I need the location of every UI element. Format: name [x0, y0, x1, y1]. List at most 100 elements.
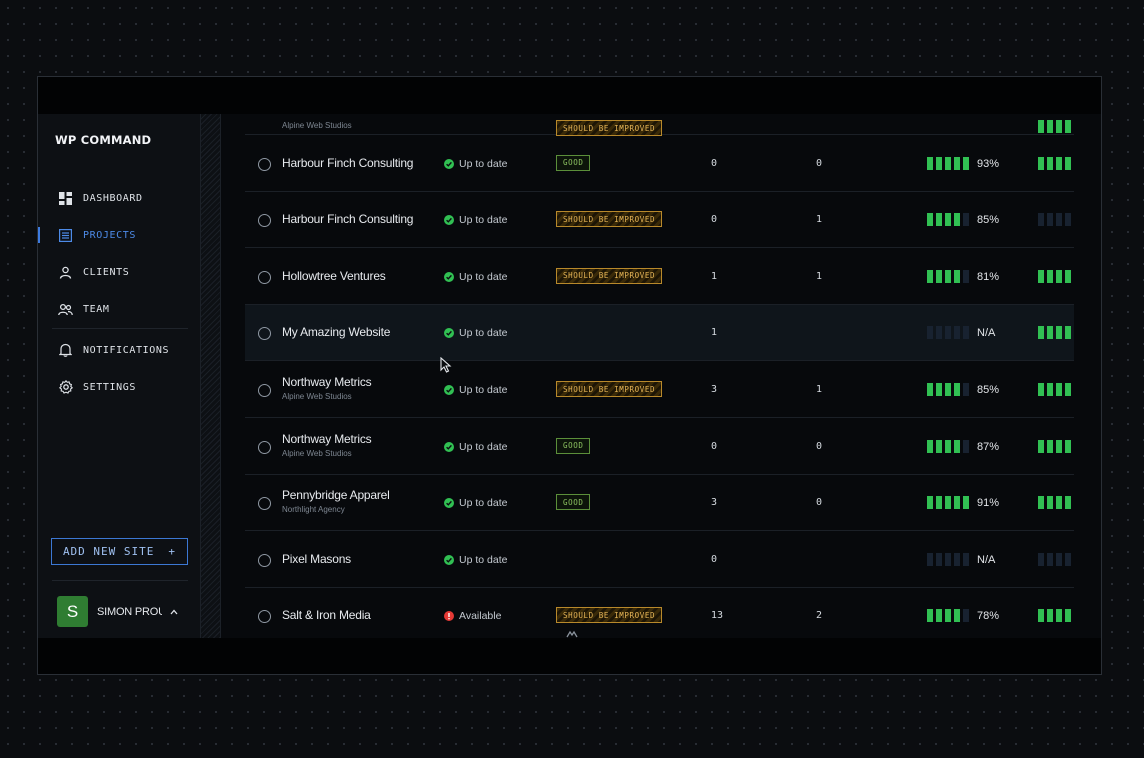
alert-icon: [444, 611, 454, 622]
performance-score: 93%: [977, 157, 1000, 170]
issues-count: 0: [816, 497, 823, 509]
health-bar-segment: [1047, 213, 1053, 227]
user-menu[interactable]: S SIMON PROU...: [57, 596, 178, 627]
performance-score: 91%: [977, 497, 1000, 510]
table-row[interactable]: Northway Metrics Alpine Web Studios Up to …: [245, 362, 1074, 418]
table-row[interactable]: Alpine Web Studios SHOULD BE IMPROVED: [245, 114, 1074, 136]
health-bar-segment: [1056, 120, 1062, 133]
score-bar-segment: [963, 552, 969, 566]
table-row[interactable]: Harbour Finch Consulting Up to date SHOULD…: [245, 192, 1074, 249]
plugin-updates-count: 0: [711, 553, 718, 565]
table-row[interactable]: Pixel Masons Up to date 0 N/A: [245, 532, 1074, 588]
row-select-radio[interactable]: [258, 327, 271, 341]
app-logo: WP COMMAND: [55, 133, 152, 147]
score-bar-segment: [936, 552, 942, 566]
check-circle-icon: [444, 271, 454, 282]
table-row[interactable]: My Amazing Website Up to date 1 N/A: [245, 305, 1074, 362]
health-bar-segment: [1047, 326, 1053, 340]
update-status: Up to date: [444, 327, 507, 339]
user-name: SIMON PROU...: [97, 605, 162, 618]
health-bar-segment: [1047, 496, 1053, 510]
health-bar-segment: [1065, 383, 1071, 396]
score-bar-segment: [927, 383, 933, 396]
table-row[interactable]: Salt & Iron Media Available SHOULD BE IMPR…: [245, 588, 1074, 640]
score-bar-segment: [954, 552, 960, 566]
check-circle-icon: [444, 554, 454, 565]
score-bar-segment: [954, 326, 960, 340]
table-row[interactable]: Northway Metrics Alpine Web Studios Up to …: [245, 419, 1074, 475]
sidebar-item-notifications[interactable]: NOTIFICATIONS: [58, 340, 169, 360]
check-circle-icon: [444, 215, 454, 226]
nav-divider: [52, 328, 188, 329]
health-bar-segment: [1038, 383, 1044, 396]
health-bar-segment: [1065, 439, 1071, 453]
check-circle-icon: [444, 441, 454, 452]
site-name[interactable]: Pennybridge Apparel: [282, 488, 390, 502]
plugin-updates-count: 1: [711, 327, 718, 339]
health-bar-segment: [1065, 552, 1071, 566]
performance-score: 85%: [977, 214, 1000, 227]
site-name[interactable]: Northway Metrics: [282, 432, 372, 446]
status-text: Available: [459, 610, 502, 623]
row-select-radio[interactable]: [258, 440, 271, 454]
row-select-radio[interactable]: [258, 214, 271, 228]
add-new-site-button[interactable]: ADD NEW SITE +: [51, 538, 188, 565]
site-name[interactable]: Salt & Iron Media: [282, 608, 371, 622]
score-bar-segment: [936, 156, 942, 170]
row-select-radio[interactable]: [258, 497, 271, 511]
site-name[interactable]: Pixel Masons: [282, 552, 351, 566]
site-name[interactable]: Northway Metrics: [282, 375, 372, 389]
score-bar-segment: [945, 269, 951, 283]
health-bar-segment: [1056, 326, 1062, 340]
scroll-up-icon[interactable]: [566, 630, 578, 638]
projects-table: Alpine Web Studios SHOULD BE IMPROVED Harb…: [222, 114, 1101, 640]
app-window: WP COMMAND DASHBOARD PROJECTS CLIENTS TE…: [37, 76, 1102, 675]
status-text: Up to date: [459, 214, 508, 227]
plugin-updates-count: 13: [711, 610, 724, 622]
performance-score-bars: [927, 383, 969, 396]
score-bar-segment: [927, 269, 933, 283]
update-status: Up to date: [444, 497, 507, 509]
uptime-health-bars: [1038, 269, 1071, 283]
table-row[interactable]: Harbour Finch Consulting Up to date GOOD 0 0…: [245, 136, 1074, 192]
active-nav-indicator: [38, 227, 40, 243]
score-bar-segment: [945, 156, 951, 170]
row-select-radio[interactable]: [258, 610, 271, 624]
score-bar-segment: [963, 383, 969, 396]
score-bar-segment: [927, 213, 933, 227]
site-name[interactable]: Harbour Finch Consulting: [282, 212, 413, 226]
score-bar-segment: [936, 439, 942, 453]
sidebar-item-team[interactable]: TEAM: [58, 299, 109, 319]
plugin-updates-count: 0: [711, 440, 718, 452]
site-name[interactable]: Harbour Finch Consulting: [282, 156, 413, 170]
check-circle-icon: [444, 498, 454, 509]
table-row[interactable]: Pennybridge Apparel Northlight Agency Up t…: [245, 475, 1074, 532]
health-bar-segment: [1038, 326, 1044, 340]
team-icon: [58, 302, 73, 317]
plugin-updates-count: 3: [711, 497, 718, 509]
row-select-radio[interactable]: [258, 553, 271, 567]
score-bar-segment: [963, 213, 969, 227]
performance-badge: SHOULD BE IMPROVED: [556, 267, 663, 284]
issues-count: 0: [816, 440, 823, 452]
health-bar-segment: [1047, 120, 1053, 133]
health-bar-segment: [1047, 269, 1053, 283]
uptime-health-bars: [1038, 439, 1071, 453]
chevron-up-icon: [170, 609, 178, 615]
table-row[interactable]: Hollowtree Ventures Up to date SHOULD BE I…: [245, 249, 1074, 305]
row-select-radio[interactable]: [258, 384, 271, 397]
site-name[interactable]: Hollowtree Ventures: [282, 269, 386, 283]
performance-badge: SHOULD BE IMPROVED: [556, 120, 663, 136]
score-bar-segment: [927, 439, 933, 453]
sidebar-item-settings[interactable]: SETTINGS: [58, 377, 136, 397]
performance-score-bars: [927, 496, 969, 510]
score-bar-segment: [927, 552, 933, 566]
row-select-radio[interactable]: [258, 157, 271, 171]
update-status: Up to date: [444, 441, 507, 453]
score-bar-segment: [963, 326, 969, 340]
sidebar-item-clients[interactable]: CLIENTS: [58, 262, 129, 282]
site-name[interactable]: My Amazing Website: [282, 325, 390, 339]
sidebar-item-dashboard[interactable]: DASHBOARD: [58, 188, 143, 208]
sidebar-item-projects[interactable]: PROJECTS: [58, 225, 136, 245]
row-select-radio[interactable]: [258, 270, 271, 284]
